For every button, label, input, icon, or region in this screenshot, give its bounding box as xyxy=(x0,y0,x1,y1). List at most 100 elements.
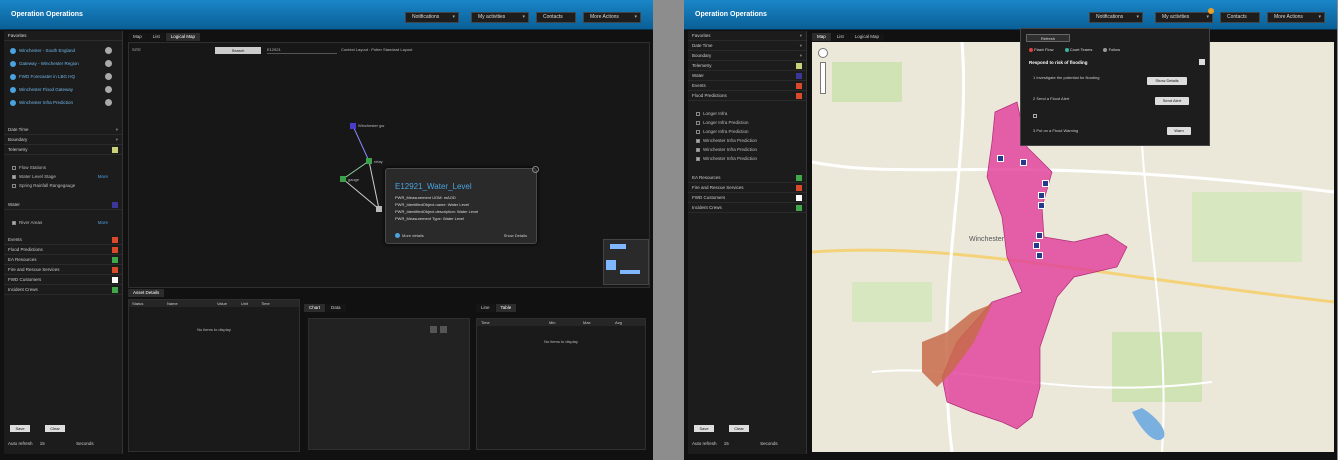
sensor-marker[interactable] xyxy=(1020,159,1027,166)
layer-row[interactable]: FWD Customers xyxy=(688,193,806,203)
tab-map[interactable]: Map xyxy=(812,33,831,41)
tab-table[interactable]: Table xyxy=(495,304,517,312)
warn-button[interactable]: Warn xyxy=(1167,127,1191,135)
more-link[interactable]: More xyxy=(98,172,108,181)
tab-asset-details[interactable]: Asset Details xyxy=(128,289,165,297)
option-radio[interactable]: Flash Flow xyxy=(1029,47,1053,52)
remove-icon[interactable] xyxy=(105,60,112,67)
more-details-link[interactable]: More details xyxy=(395,233,424,239)
favourites-header[interactable]: Favorites xyxy=(4,31,122,41)
remove-icon[interactable] xyxy=(105,47,112,54)
checkbox[interactable] xyxy=(696,120,700,125)
checkbox-item[interactable]: Longer Infra Prediction xyxy=(688,127,806,136)
graph-node[interactable] xyxy=(366,158,372,164)
date-time-row[interactable]: Date Time ▾ xyxy=(4,125,122,135)
settings-icon[interactable] xyxy=(440,326,447,333)
favourite-item[interactable]: Winchester Flood Gateway xyxy=(4,83,122,96)
refresh-button[interactable]: Refresh xyxy=(1026,34,1070,42)
tab-data[interactable]: Data xyxy=(326,304,346,312)
zoom-icon[interactable] xyxy=(430,326,437,333)
sensor-marker[interactable] xyxy=(1042,180,1049,187)
graph-node[interactable] xyxy=(350,123,356,129)
clear-button[interactable]: Clear xyxy=(729,425,749,432)
auto-refresh-unit[interactable]: Seconds xyxy=(76,441,94,446)
checkbox[interactable] xyxy=(696,156,700,161)
tab-list[interactable]: List xyxy=(147,33,165,41)
tab-line[interactable]: Line xyxy=(476,304,495,312)
checkbox-item[interactable]: Spring Rainfall Rangegauge xyxy=(4,181,122,190)
checkbox-item[interactable]: Longer Infra Prediction xyxy=(688,118,806,127)
water-row[interactable]: Water xyxy=(688,71,806,81)
contacts-button[interactable]: Contacts xyxy=(1220,12,1260,23)
layer-row[interactable]: Fire and Rescue Services xyxy=(688,183,806,193)
layer-row[interactable]: Flood Predictions xyxy=(4,245,122,255)
clear-button[interactable]: Clear xyxy=(45,425,65,432)
favourite-item[interactable]: Winchester Infra Prediction xyxy=(4,96,122,109)
my-activities-button[interactable]: My activities ▾ xyxy=(1155,12,1213,23)
checkbox-item[interactable]: Water Level Stage More xyxy=(4,172,122,181)
flood-predictions-row[interactable]: Flood Predictions xyxy=(688,91,806,101)
sensor-marker[interactable] xyxy=(1038,192,1045,199)
sensor-marker[interactable] xyxy=(1036,232,1043,239)
layer-row[interactable]: Events xyxy=(4,235,122,245)
events-row[interactable]: Events xyxy=(688,81,806,91)
send-alert-button[interactable]: Send Alert xyxy=(1155,97,1189,105)
checkbox[interactable] xyxy=(12,220,16,225)
telemetry-row[interactable]: Telemetry xyxy=(4,145,122,155)
more-actions-button[interactable]: More Actions ▾ xyxy=(583,12,641,23)
checkbox-item[interactable]: Winchester Infra Prediction xyxy=(688,154,806,163)
overview-minimap[interactable] xyxy=(603,239,649,285)
sensor-marker[interactable] xyxy=(997,155,1004,162)
contacts-button[interactable]: Contacts xyxy=(536,12,576,23)
checkbox[interactable] xyxy=(696,129,700,134)
notifications-button[interactable]: Notifications ▾ xyxy=(1089,12,1143,23)
layer-row[interactable]: Incident Crews xyxy=(688,203,806,213)
option-radio[interactable]: Court Teams xyxy=(1064,47,1092,52)
remove-icon[interactable] xyxy=(105,73,112,80)
checkbox-item[interactable]: Winchester Infra Prediction xyxy=(688,145,806,154)
checkbox-item[interactable]: Flow Stations xyxy=(4,163,122,172)
favourite-item[interactable]: Gateway - Winchester Region xyxy=(4,57,122,70)
save-button[interactable]: Save xyxy=(10,425,30,432)
show-details-button[interactable]: Show Details xyxy=(1147,77,1187,85)
close-icon[interactable] xyxy=(532,166,539,173)
checkbox[interactable] xyxy=(696,147,700,152)
boundary-row[interactable]: Boundary ▾ xyxy=(4,135,122,145)
favourite-item[interactable]: FWD Forecaster in LBG HQ xyxy=(4,70,122,83)
telemetry-row[interactable]: Telemetry xyxy=(688,61,806,71)
tab-chart[interactable]: Chart xyxy=(304,304,326,312)
my-activities-button[interactable]: My activities ▾ xyxy=(471,12,529,23)
layer-row[interactable]: EA Resources xyxy=(4,255,122,265)
layer-row[interactable]: Fire and Rescue Services xyxy=(4,265,122,275)
graph-node[interactable] xyxy=(340,176,346,182)
sensor-marker[interactable] xyxy=(1036,252,1043,259)
sensor-marker[interactable] xyxy=(1038,202,1045,209)
checkbox[interactable] xyxy=(696,111,700,116)
notifications-button[interactable]: Notifications ▾ xyxy=(405,12,459,23)
pan-control-icon[interactable] xyxy=(818,48,828,58)
tab-map[interactable]: Map xyxy=(128,33,147,41)
sensor-marker[interactable] xyxy=(1033,242,1040,249)
checkbox-item[interactable]: Winchester Infra Prediction xyxy=(688,136,806,145)
checkbox-item[interactable]: River Areas More xyxy=(4,218,122,227)
checkbox[interactable] xyxy=(12,183,16,188)
layer-row[interactable]: Incident Crews xyxy=(4,285,122,295)
checkbox[interactable] xyxy=(12,174,16,179)
auto-refresh-value[interactable]: 15 xyxy=(724,441,729,446)
tab-logical-map[interactable]: Logical Map xyxy=(849,33,885,41)
option-radio[interactable]: Follow xyxy=(1103,47,1120,52)
remove-icon[interactable] xyxy=(105,99,112,106)
zoom-slider[interactable] xyxy=(820,62,826,94)
date-time-row[interactable]: Date Time ▾ xyxy=(688,41,806,51)
logical-map-canvas[interactable]: SITE Search E12921 Context Layout : Pott… xyxy=(128,42,650,288)
tab-logical-map[interactable]: Logical Map xyxy=(165,33,201,41)
save-button[interactable]: Save xyxy=(694,425,714,432)
favourite-item[interactable]: Winchester - South England xyxy=(4,44,122,57)
layer-row[interactable]: FWD Customers xyxy=(4,275,122,285)
checkbox[interactable] xyxy=(696,138,700,143)
boundary-row[interactable]: Boundary ▾ xyxy=(688,51,806,61)
checkbox[interactable] xyxy=(1033,114,1037,118)
more-link[interactable]: More xyxy=(98,218,108,227)
checkbox[interactable] xyxy=(12,165,16,170)
graph-node[interactable] xyxy=(376,206,382,212)
